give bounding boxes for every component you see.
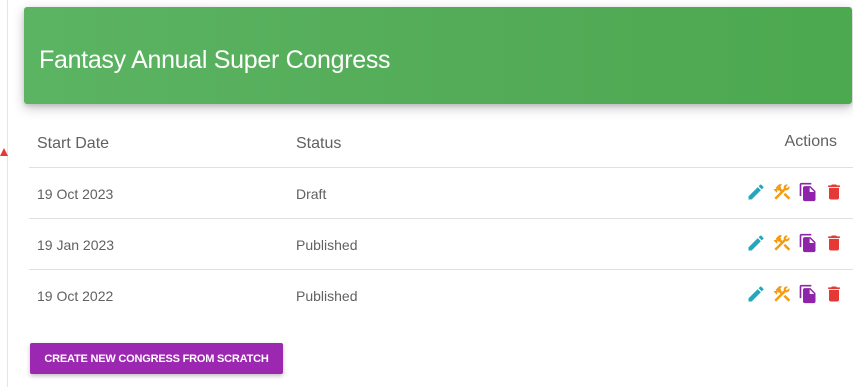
row-status: Published — [296, 237, 358, 253]
edit-pencil-icon[interactable] — [746, 232, 766, 254]
row-status: Draft — [296, 186, 327, 202]
row-start-date: 19 Oct 2023 — [37, 186, 114, 202]
congress-table: Start Date Status Actions 19 Oct 2023 Dr… — [29, 120, 853, 321]
table-row: 19 Oct 2022 Published — [29, 270, 853, 321]
delete-icon[interactable] — [824, 181, 844, 203]
edit-pencil-icon[interactable] — [746, 283, 766, 305]
column-start-date: Start Date — [37, 135, 110, 152]
edit-pencil-icon[interactable] — [746, 181, 766, 203]
table-header: Start Date Status Actions — [29, 120, 853, 168]
column-actions: Actions — [784, 133, 837, 150]
tools-icon[interactable] — [772, 283, 792, 305]
row-actions — [746, 283, 844, 305]
copy-icon[interactable] — [798, 232, 818, 254]
tools-icon[interactable] — [772, 232, 792, 254]
create-congress-button[interactable]: CREATE NEW CONGRESS FROM SCRATCH — [30, 343, 283, 374]
table-row: 19 Oct 2023 Draft — [29, 168, 853, 219]
column-status: Status — [296, 135, 342, 152]
copy-icon[interactable] — [798, 181, 818, 203]
page-title: Fantasy Annual Super Congress — [39, 46, 391, 74]
table-row: 19 Jan 2023 Published — [29, 219, 853, 270]
tools-icon[interactable] — [772, 181, 792, 203]
row-start-date: 19 Jan 2023 — [37, 237, 115, 253]
delete-icon[interactable] — [824, 232, 844, 254]
card-header: Fantasy Annual Super Congress — [24, 7, 852, 104]
row-actions — [746, 232, 844, 254]
copy-icon[interactable] — [798, 283, 818, 305]
delete-icon[interactable] — [824, 283, 844, 305]
row-actions — [746, 181, 844, 203]
congress-card: Fantasy Annual Super Congress Start Date… — [7, 0, 853, 387]
row-status: Published — [296, 288, 358, 304]
row-start-date: 19 Oct 2022 — [37, 288, 114, 304]
